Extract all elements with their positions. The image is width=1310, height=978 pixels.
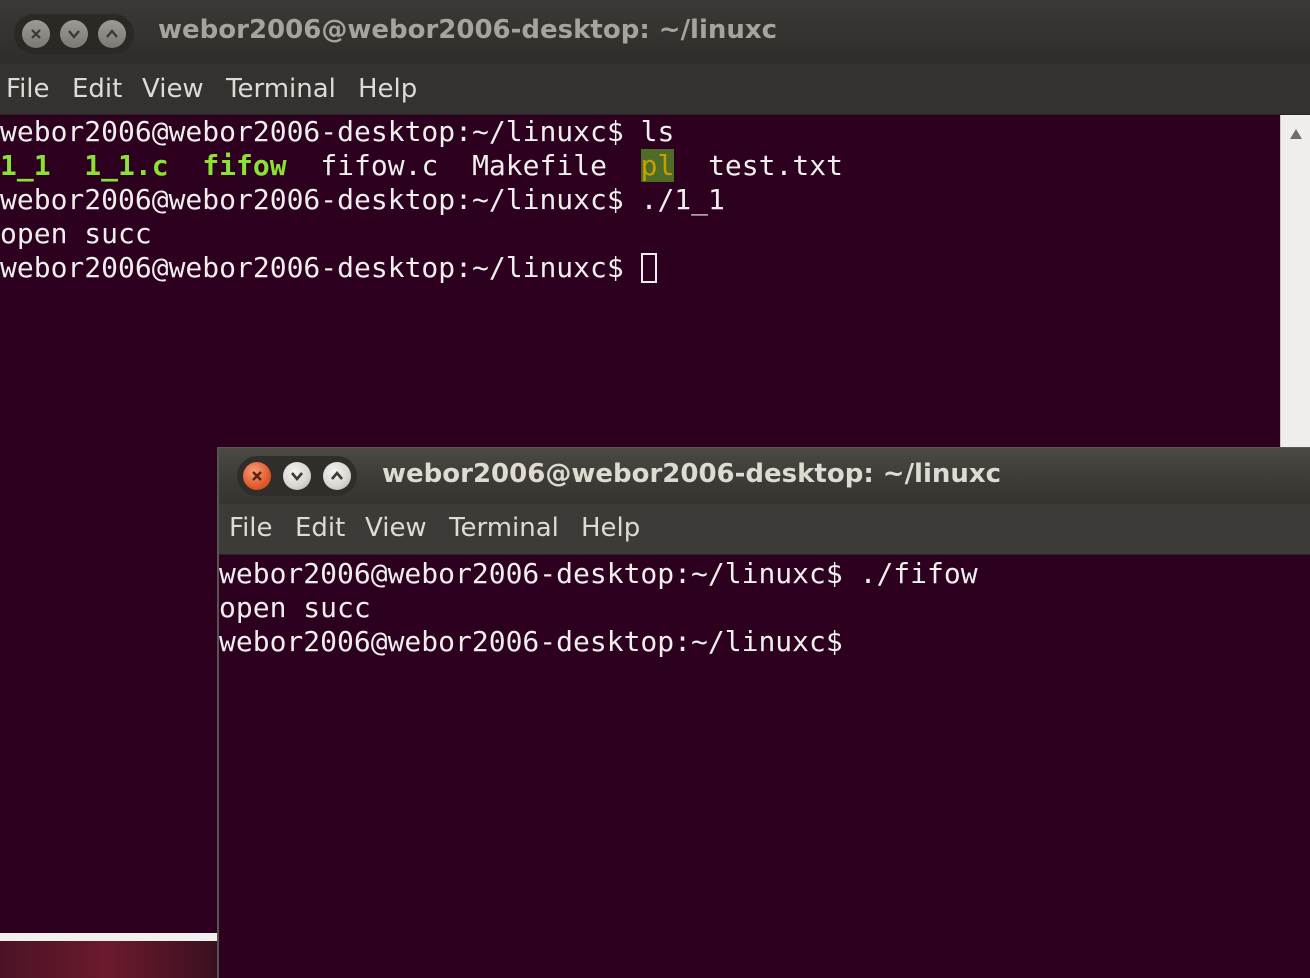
maximize-icon — [331, 470, 343, 480]
terminal-line: webor2006@webor2006-desktop:~/linuxc$ ./… — [219, 557, 978, 591]
terminal-output[interactable]: webor2006@webor2006-desktop:~/linuxc$ ./… — [219, 555, 1310, 978]
command: ./fifow — [842, 557, 978, 590]
window-title: webor2006@webor2006-desktop: ~/linuxc — [382, 459, 1002, 489]
prompt: webor2006@webor2006-desktop:~/linuxc$ — [0, 183, 624, 216]
ls-entry-pl: pl — [640, 149, 675, 182]
menubar: File Edit View Terminal Help — [219, 504, 1310, 555]
minimize-button[interactable] — [283, 462, 311, 490]
prompt: webor2006@webor2006-desktop:~/linuxc$ — [219, 625, 843, 658]
text-cursor — [640, 253, 657, 283]
output-text: open succ — [219, 591, 371, 624]
ls-entry-1_1: 1_1 — [0, 149, 51, 182]
window-controls — [237, 456, 357, 496]
command: ./1_1 — [623, 183, 725, 216]
titlebar[interactable]: webor2006@webor2006-desktop: ~/linuxc — [0, 0, 1310, 65]
menu-file[interactable]: File — [229, 513, 273, 543]
menu-file[interactable]: File — [6, 74, 50, 104]
window-controls — [14, 14, 134, 54]
close-button[interactable] — [22, 20, 50, 48]
scrollbar[interactable] — [1280, 115, 1310, 448]
scroll-up-arrow-icon[interactable] — [1290, 129, 1302, 139]
minimize-icon — [291, 472, 303, 482]
maximize-icon — [106, 29, 118, 38]
menu-help[interactable]: Help — [581, 513, 640, 543]
output-text: open succ — [0, 217, 152, 250]
ls-entry-1_1-c: 1_1.c — [84, 149, 169, 182]
menu-view[interactable]: View — [365, 513, 427, 543]
menu-terminal[interactable]: Terminal — [226, 74, 336, 104]
terminal-line: webor2006@webor2006-desktop:~/linuxc$ ls — [0, 115, 674, 149]
window-title: webor2006@webor2006-desktop: ~/linuxc — [158, 15, 778, 45]
terminal-line: open succ — [219, 591, 371, 625]
minimize-button[interactable] — [60, 20, 88, 48]
wallpaper-strip — [0, 941, 217, 978]
close-icon — [252, 471, 262, 481]
close-icon — [31, 29, 41, 39]
ls-entry-makefile: Makefile — [472, 149, 607, 182]
menubar: File Edit View Terminal Help — [0, 64, 1310, 115]
terminal-line: 1_1 1_1.c fifow fifow.c Makefile pl test… — [0, 149, 843, 183]
ls-entry-fifow: fifow — [202, 149, 287, 182]
maximize-button[interactable] — [98, 20, 126, 48]
minimize-icon — [68, 30, 80, 39]
menu-edit[interactable]: Edit — [295, 513, 345, 543]
prompt: webor2006@webor2006-desktop:~/linuxc$ — [0, 251, 624, 284]
terminal-window-front[interactable]: webor2006@webor2006-desktop: ~/linuxc Fi… — [217, 447, 1310, 978]
ls-entry-test-txt: test.txt — [708, 149, 843, 182]
maximize-button[interactable] — [323, 462, 351, 490]
menu-edit[interactable]: Edit — [72, 74, 122, 104]
terminal-line: webor2006@webor2006-desktop:~/linuxc$ ./… — [0, 183, 725, 217]
terminal-line: webor2006@webor2006-desktop:~/linuxc$ — [0, 251, 657, 285]
menu-help[interactable]: Help — [358, 74, 417, 104]
panel-edge — [0, 933, 217, 941]
prompt: webor2006@webor2006-desktop:~/linuxc$ — [0, 115, 624, 148]
ls-entry-fifow-c: fifow.c — [320, 149, 439, 182]
command — [624, 251, 641, 284]
titlebar[interactable]: webor2006@webor2006-desktop: ~/linuxc — [219, 448, 1310, 505]
terminal-line: open succ — [0, 217, 152, 251]
menu-terminal[interactable]: Terminal — [449, 513, 559, 543]
desktop-background — [0, 933, 217, 978]
terminal-line: webor2006@webor2006-desktop:~/linuxc$ — [219, 625, 843, 659]
command: ls — [623, 115, 675, 148]
prompt: webor2006@webor2006-desktop:~/linuxc$ — [219, 557, 843, 590]
close-button[interactable] — [243, 462, 271, 490]
menu-view[interactable]: View — [142, 74, 204, 104]
